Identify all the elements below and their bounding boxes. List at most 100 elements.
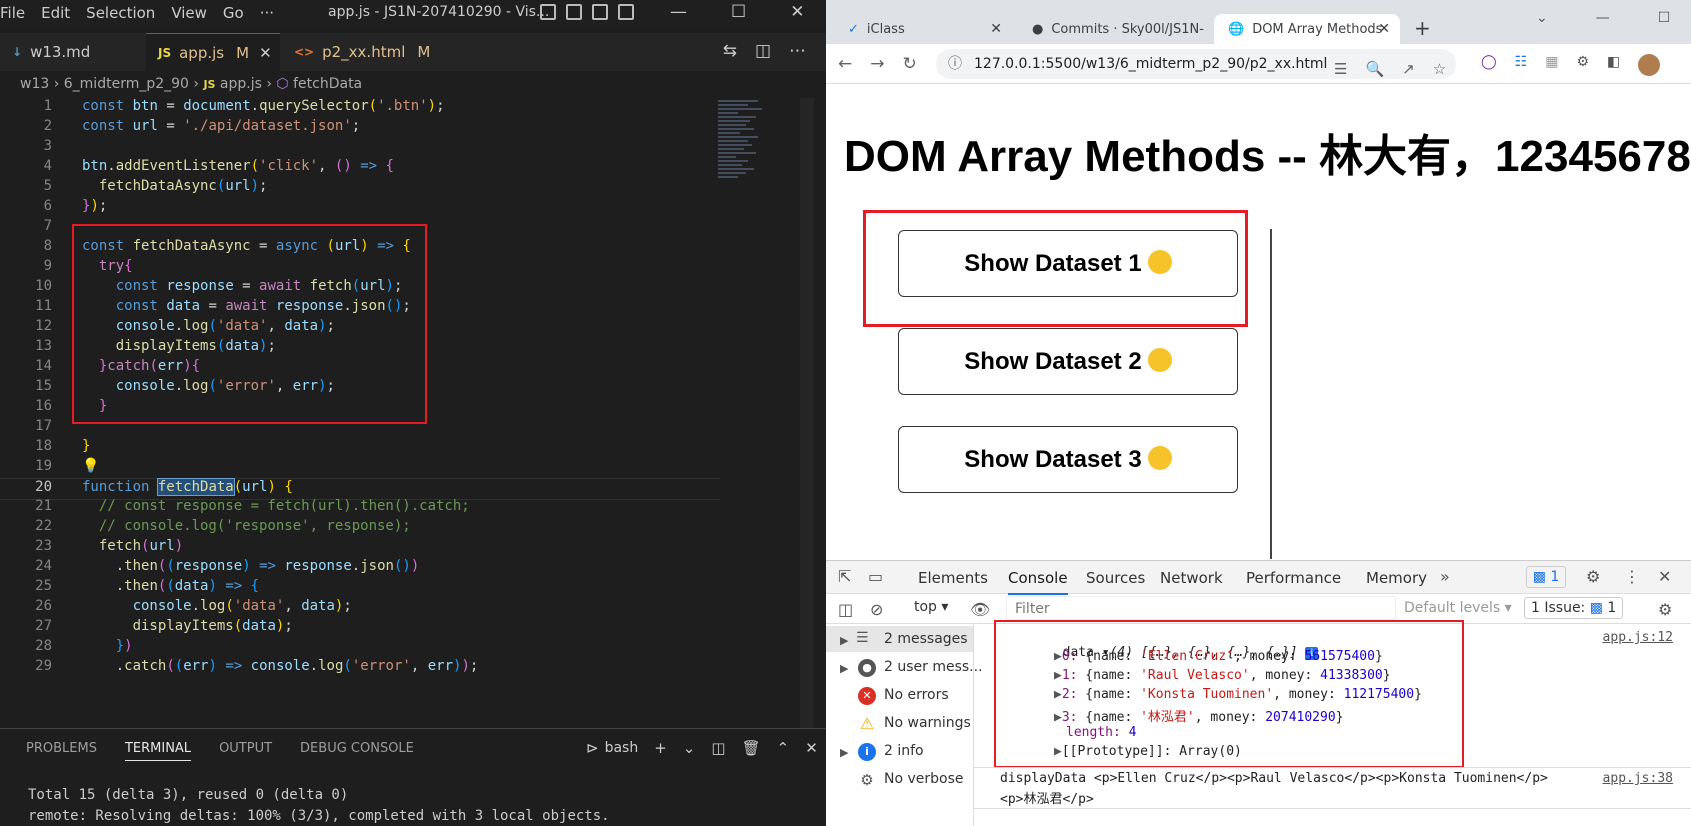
menu-edit[interactable]: Edit bbox=[41, 4, 70, 22]
terminal-output[interactable]: Total 15 (delta 3), reused 0 (delta 0) re… bbox=[28, 785, 610, 826]
breadcrumb-symbol[interactable]: fetchData bbox=[293, 76, 362, 92]
split-terminal-icon[interactable]: ◫ bbox=[711, 739, 725, 757]
more-tabs-icon[interactable]: » bbox=[1440, 567, 1450, 586]
filter-input[interactable]: Filter bbox=[1006, 596, 1396, 620]
side-panel-icon[interactable]: ◧ bbox=[1607, 54, 1620, 76]
share-icon[interactable]: ↗ bbox=[1402, 54, 1415, 84]
tab-network[interactable]: Network bbox=[1160, 569, 1223, 587]
source-link[interactable]: app.js:12 bbox=[1603, 630, 1673, 645]
settings-gear-icon[interactable]: ⚙ bbox=[1586, 567, 1600, 586]
array-prototype[interactable]: ▶[[Prototype]]: Array(0) bbox=[1054, 744, 1242, 759]
issues-button[interactable]: 1 Issue: ▩ 1 bbox=[1524, 597, 1624, 619]
lightbulb-icon[interactable]: 💡 bbox=[82, 458, 99, 474]
expand-arrow-icon[interactable]: ▶ bbox=[840, 634, 848, 647]
toggle-sidebar-icon[interactable] bbox=[540, 4, 556, 20]
console-log-entry[interactable]: displayData <p>Ellen Cruz</p><p>Raul Vel… bbox=[1000, 771, 1548, 786]
toggle-panel-icon[interactable] bbox=[566, 4, 582, 20]
reload-icon[interactable]: ↻ bbox=[903, 54, 917, 74]
tab-sources[interactable]: Sources bbox=[1086, 569, 1145, 587]
sidebar-toggle-icon[interactable]: ◫ bbox=[838, 600, 853, 619]
clear-console-icon[interactable]: ⊘ bbox=[870, 600, 883, 619]
editor-scrollbar[interactable] bbox=[800, 98, 814, 728]
translate-extension-icon[interactable]: ☷ bbox=[1515, 54, 1528, 76]
log-levels-select[interactable]: Default levels ▾ bbox=[1404, 600, 1512, 616]
context-select[interactable]: top ▾ bbox=[914, 599, 948, 615]
tab-console[interactable]: Console bbox=[1008, 569, 1068, 595]
menu-view[interactable]: View bbox=[171, 4, 207, 22]
tab-memory[interactable]: Memory bbox=[1366, 569, 1427, 587]
new-tab-icon[interactable]: + bbox=[1414, 16, 1431, 40]
messages-badge[interactable]: ▩ 1 bbox=[1526, 566, 1566, 588]
tab-p2-xx-html[interactable]: <> p2_xx.html M bbox=[282, 33, 432, 71]
close-tab-icon[interactable]: ✕ bbox=[1378, 21, 1390, 37]
terminal-shell-label[interactable]: bash bbox=[605, 740, 639, 756]
tab-w13-md[interactable]: ↓ w13.md bbox=[0, 33, 144, 71]
minimap[interactable] bbox=[718, 98, 798, 258]
array-item[interactable]: ▶2: {name: 'Konsta Tuominen', money: 112… bbox=[1054, 687, 1422, 702]
avatar[interactable] bbox=[1638, 54, 1661, 76]
tab-debug-console[interactable]: DEBUG CONSOLE bbox=[300, 741, 414, 761]
source-link[interactable]: app.js:38 bbox=[1603, 771, 1673, 786]
menu-more[interactable]: ··· bbox=[260, 4, 274, 22]
close-tab-icon[interactable]: ✕ bbox=[990, 21, 1002, 37]
expand-arrow-icon[interactable]: ▶ bbox=[840, 746, 848, 759]
trash-icon[interactable]: 🗑 bbox=[742, 739, 761, 757]
translate-icon[interactable]: ☰ bbox=[1334, 54, 1347, 84]
close-panel-icon[interactable]: ✕ bbox=[805, 739, 818, 757]
extension-icon[interactable]: ▦ bbox=[1545, 54, 1558, 76]
sidebar-item-messages[interactable]: 2 messages bbox=[884, 631, 968, 647]
puzzle-icon[interactable]: ⚙ bbox=[1576, 54, 1589, 76]
maximize-icon[interactable]: ☐ bbox=[1658, 10, 1671, 26]
sidebar-item-info[interactable]: 2 info bbox=[884, 743, 924, 759]
compare-changes-icon[interactable]: ⇆ bbox=[723, 41, 737, 61]
extension-icon[interactable]: ◯ bbox=[1481, 54, 1497, 76]
close-icon[interactable]: ✕ bbox=[790, 2, 804, 22]
breadcrumb-folder[interactable]: w13 bbox=[20, 76, 49, 92]
split-editor-icon[interactable]: ◫ bbox=[755, 41, 771, 61]
menu-go[interactable]: Go bbox=[223, 4, 244, 22]
minimize-icon[interactable]: — bbox=[670, 2, 687, 22]
zoom-icon[interactable]: 🔍 bbox=[1365, 54, 1384, 84]
back-icon[interactable]: ← bbox=[838, 54, 852, 74]
menu-selection[interactable]: Selection bbox=[86, 4, 155, 22]
more-options-icon[interactable]: ⋮ bbox=[1624, 567, 1640, 586]
inspect-element-icon[interactable]: ⇱ bbox=[838, 567, 851, 586]
breadcrumb-subfolder[interactable]: 6_midterm_p2_90 bbox=[64, 76, 189, 92]
minimize-icon[interactable]: — bbox=[1596, 10, 1610, 26]
array-item[interactable]: ▶1: {name: 'Raul Velasco', money: 413383… bbox=[1054, 668, 1391, 683]
maximize-panel-icon[interactable]: ⌃ bbox=[777, 739, 790, 757]
chevron-down-icon[interactable]: ⌄ bbox=[1536, 10, 1548, 26]
sidebar-item-warnings[interactable]: No warnings bbox=[884, 715, 971, 731]
show-dataset-2-button[interactable]: Show Dataset 2 bbox=[898, 328, 1238, 395]
close-tab-icon[interactable]: ✕ bbox=[259, 44, 272, 62]
tab-elements[interactable]: Elements bbox=[918, 569, 988, 587]
show-dataset-1-button[interactable]: Show Dataset 1 bbox=[898, 230, 1238, 297]
tab-output[interactable]: OUTPUT bbox=[219, 741, 272, 761]
breadcrumb-file[interactable]: app.js bbox=[220, 76, 262, 92]
new-terminal-icon[interactable]: + bbox=[654, 739, 667, 757]
settings-gear-icon[interactable]: ⚙ bbox=[1658, 600, 1672, 619]
browser-tab-dom-array-methods[interactable]: 🌐 DOM Array Methods ✕ bbox=[1214, 14, 1400, 44]
customize-layout-icon[interactable] bbox=[618, 4, 634, 20]
device-toolbar-icon[interactable]: ▭ bbox=[868, 567, 883, 586]
more-actions-icon[interactable]: ⋯ bbox=[789, 41, 806, 61]
tab-terminal[interactable]: TERMINAL bbox=[124, 741, 192, 761]
site-info-icon[interactable]: ⓘ bbox=[948, 49, 962, 79]
menu-file[interactable]: File bbox=[0, 4, 25, 22]
eye-icon[interactable]: 👁 bbox=[970, 600, 990, 619]
toggle-secondary-sidebar-icon[interactable] bbox=[592, 4, 608, 20]
show-dataset-3-button[interactable]: Show Dataset 3 bbox=[898, 426, 1238, 493]
sidebar-item-user-messages[interactable]: 2 user mess... bbox=[884, 659, 983, 675]
sidebar-item-errors[interactable]: No errors bbox=[884, 687, 949, 703]
code-editor[interactable]: 1 const btn = document.querySelector('.bt… bbox=[0, 98, 790, 726]
maximize-icon[interactable]: ☐ bbox=[731, 2, 746, 22]
tab-problems[interactable]: PROBLEMS bbox=[26, 741, 97, 761]
url-input[interactable]: ⓘ 127.0.0.1:5500/w13/6_midterm_p2_90/p2_… bbox=[936, 49, 1456, 79]
sidebar-item-verbose[interactable]: No verbose bbox=[884, 771, 964, 787]
console-output[interactable]: data ▾(4) [{…}, {…}, {…}, {…}] i app.js:… bbox=[974, 620, 1691, 826]
browser-tab-iclass[interactable]: ✓ iClass ✕ bbox=[834, 14, 1012, 44]
tab-app-js[interactable]: JS app.js M ✕ bbox=[146, 33, 280, 71]
expand-arrow-icon[interactable]: ▶ bbox=[840, 662, 848, 675]
chevron-down-icon[interactable]: ⌄ bbox=[683, 739, 696, 757]
tab-performance[interactable]: Performance bbox=[1246, 569, 1341, 587]
